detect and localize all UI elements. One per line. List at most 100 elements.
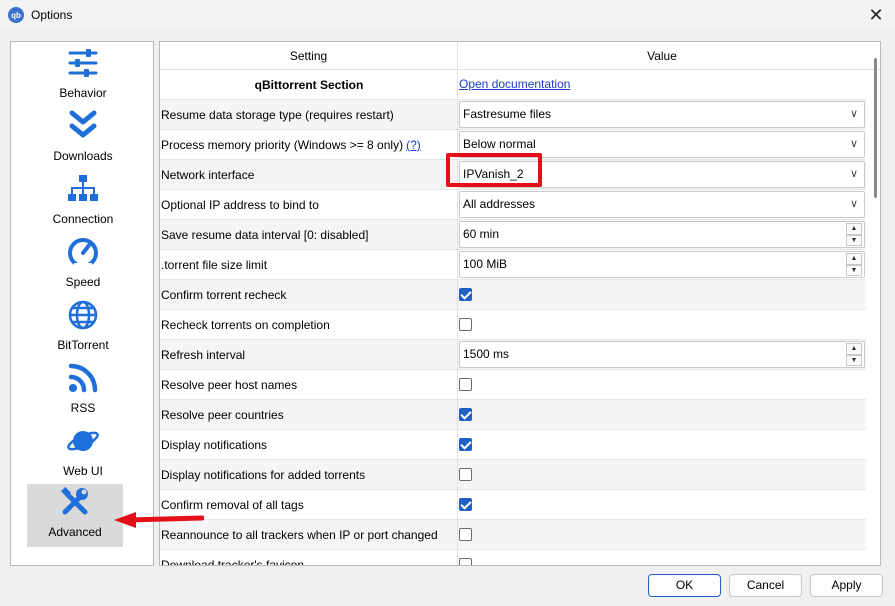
- setting-label: Reannounce to all trackers when IP or po…: [161, 528, 438, 542]
- chevron-down-icon[interactable]: ∨: [850, 162, 858, 187]
- apply-button[interactable]: Apply: [810, 574, 883, 597]
- open-documentation-link[interactable]: Open documentation: [459, 70, 570, 98]
- close-window-button[interactable]: ✕: [865, 4, 887, 26]
- setting-value-cell: [458, 400, 866, 430]
- red-pointer-arrow: [114, 512, 204, 528]
- value-dropdown[interactable]: IPVanish_2 ∨: [459, 161, 865, 188]
- section-row: qBittorrent Section Open documentation: [160, 70, 866, 100]
- setting-value-cell: 60 min ▲ ▼: [458, 220, 866, 250]
- spin-up-icon[interactable]: ▲: [846, 223, 862, 235]
- sidebar-item-label: Web UI: [63, 464, 103, 478]
- value-dropdown[interactable]: All addresses ∨: [459, 191, 865, 218]
- setting-label: Download tracker's favicon: [161, 558, 305, 566]
- setting-name-cell: Refresh interval: [160, 340, 458, 370]
- dropdown-value: Below normal: [463, 137, 536, 151]
- setting-label: Save resume data interval [0: disabled]: [161, 228, 369, 242]
- table-row: Confirm torrent recheck: [160, 280, 866, 310]
- scrollbar-thumb[interactable]: [874, 58, 877, 198]
- sidebar-item-web-ui[interactable]: Web UI: [27, 423, 139, 486]
- sidebar-item-bittorrent[interactable]: BitTorrent: [27, 297, 139, 360]
- spin-down-icon[interactable]: ▼: [846, 264, 862, 276]
- sidebar-item-connection[interactable]: Connection: [27, 171, 139, 234]
- chevron-down-icon[interactable]: ∨: [850, 192, 858, 217]
- setting-column-header[interactable]: Setting: [160, 42, 458, 70]
- value-spinbox[interactable]: 1500 ms ▲ ▼: [459, 341, 865, 368]
- double-chevron-down-icon: [69, 110, 97, 138]
- setting-checkbox[interactable]: [459, 408, 472, 421]
- sidebar-item-advanced[interactable]: Advanced: [27, 484, 123, 547]
- help-link[interactable]: (?): [406, 138, 421, 152]
- setting-checkbox[interactable]: [459, 558, 472, 565]
- setting-value-cell: [458, 280, 866, 310]
- setting-name-cell: Resume data storage type (requires resta…: [160, 100, 458, 130]
- setting-name-cell: Resolve peer countries: [160, 400, 458, 430]
- table-header: Setting Value: [160, 42, 880, 70]
- setting-label: Resume data storage type (requires resta…: [161, 108, 394, 122]
- sidebar-item-rss[interactable]: RSS: [27, 360, 139, 423]
- sidebar-item-label: Connection: [52, 212, 114, 226]
- setting-name-cell: Process memory priority (Windows >= 8 on…: [160, 130, 458, 160]
- value-dropdown[interactable]: Below normal ∨: [459, 131, 865, 158]
- setting-checkbox[interactable]: [459, 378, 472, 391]
- setting-name-cell: Save resume data interval [0: disabled]: [160, 220, 458, 250]
- spinbox-arrows: ▲ ▼: [846, 343, 862, 366]
- spin-up-icon[interactable]: ▲: [846, 343, 862, 355]
- dropdown-value: Fastresume files: [463, 107, 552, 121]
- table-row: Process memory priority (Windows >= 8 on…: [160, 130, 866, 160]
- setting-name-cell: Reannounce to all trackers when IP or po…: [160, 520, 458, 550]
- setting-name-cell: Optional IP address to bind to: [160, 190, 458, 220]
- advanced-settings-table: Setting Value qBittorrent Section Open d…: [159, 41, 881, 566]
- setting-checkbox[interactable]: [459, 468, 472, 481]
- sidebar-item-label: Downloads: [53, 149, 113, 163]
- ok-button[interactable]: OK: [648, 574, 721, 597]
- table-row: Refresh interval 1500 ms ▲ ▼: [160, 340, 866, 370]
- table-row: Recheck torrents on completion: [160, 310, 866, 340]
- setting-checkbox[interactable]: [459, 528, 472, 541]
- spinbox-arrows: ▲ ▼: [846, 223, 862, 246]
- setting-label: Recheck torrents on completion: [161, 318, 330, 332]
- table-row: Resume data storage type (requires resta…: [160, 100, 866, 130]
- setting-value-cell: [458, 520, 866, 550]
- value-column-header[interactable]: Value: [458, 42, 866, 70]
- setting-checkbox[interactable]: [459, 438, 472, 451]
- sidebar-item-speed[interactable]: Speed: [27, 234, 139, 297]
- spin-up-icon[interactable]: ▲: [846, 253, 862, 265]
- table-row: Reannounce to all trackers when IP or po…: [160, 520, 866, 550]
- table-row: Confirm removal of all tags: [160, 490, 866, 520]
- setting-name-cell: Resolve peer host names: [160, 370, 458, 400]
- dropdown-value: IPVanish_2: [463, 167, 524, 181]
- setting-label: Confirm removal of all tags: [161, 498, 304, 512]
- table-row: Display notifications for added torrents: [160, 460, 866, 490]
- setting-checkbox[interactable]: [459, 318, 472, 331]
- qbittorrent-app-icon: qb: [8, 7, 24, 23]
- setting-value-cell: Fastresume files ∨: [458, 100, 866, 130]
- spinbox-value: 100 MiB: [463, 257, 508, 271]
- chevron-down-icon[interactable]: ∨: [850, 102, 858, 127]
- setting-label: Process memory priority (Windows >= 8 on…: [161, 138, 404, 152]
- setting-value-cell: Below normal ∨: [458, 130, 866, 160]
- globe-icon: [68, 300, 98, 330]
- setting-label: Resolve peer host names: [161, 378, 298, 392]
- rss-icon: [68, 363, 98, 393]
- setting-name-cell: .torrent file size limit: [160, 250, 458, 280]
- dropdown-value: All addresses: [463, 197, 536, 211]
- vertical-scrollbar[interactable]: [866, 42, 880, 565]
- table-row: Network interface IPVanish_2 ∨: [160, 160, 866, 190]
- value-dropdown[interactable]: Fastresume files ∨: [459, 101, 865, 128]
- setting-name-cell: Display notifications for added torrents: [160, 460, 458, 490]
- spin-down-icon[interactable]: ▼: [846, 354, 862, 366]
- sidebar-item-label: Behavior: [59, 86, 107, 100]
- sidebar-item-behavior[interactable]: Behavior: [27, 45, 139, 108]
- sidebar-item-label: BitTorrent: [57, 338, 109, 352]
- chevron-down-icon[interactable]: ∨: [850, 132, 858, 157]
- value-spinbox[interactable]: 100 MiB ▲ ▼: [459, 251, 865, 278]
- value-spinbox[interactable]: 60 min ▲ ▼: [459, 221, 865, 248]
- sidebar-item-downloads[interactable]: Downloads: [27, 108, 139, 171]
- spin-down-icon[interactable]: ▼: [846, 234, 862, 246]
- table-row: Display notifications: [160, 430, 866, 460]
- setting-checkbox[interactable]: [459, 498, 472, 511]
- setting-checkbox[interactable]: [459, 288, 472, 301]
- cancel-button[interactable]: Cancel: [729, 574, 802, 597]
- network-tree-icon: [68, 175, 98, 201]
- sidebar-item-label: RSS: [70, 401, 96, 415]
